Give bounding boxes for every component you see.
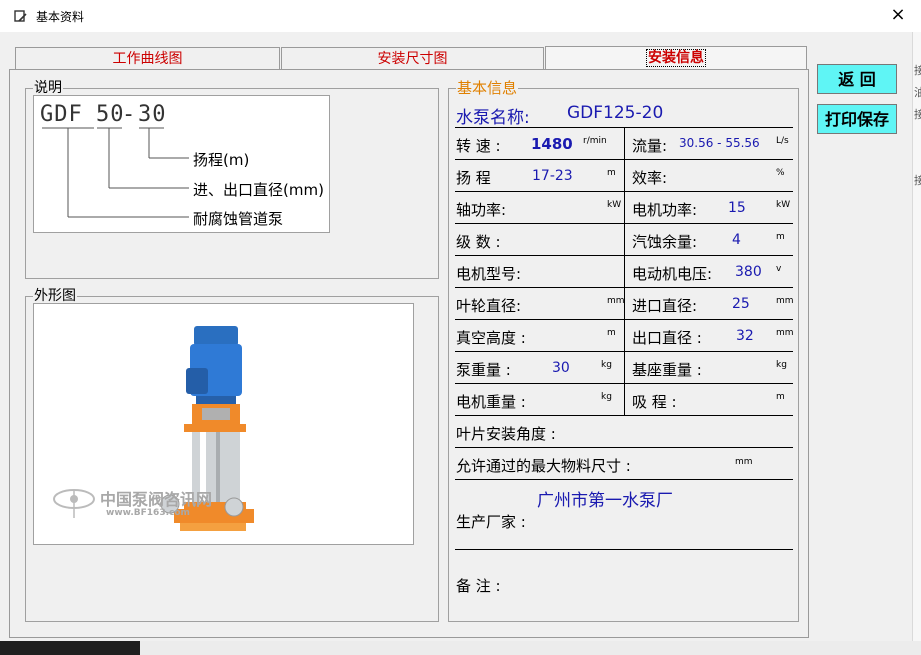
- inlet-value: 25: [732, 296, 750, 312]
- efficiency-label: 效率:: [632, 169, 668, 187]
- pump-weight-label: 泵重量 :: [456, 361, 511, 379]
- shaft-power-label: 轴功率:: [456, 201, 507, 219]
- speed-unit: r/min: [583, 136, 607, 146]
- column-divider: [624, 128, 625, 416]
- voltage-unit: v: [776, 264, 782, 274]
- outlet-value: 32: [736, 328, 754, 344]
- flow-value: 30.56 - 55.56: [679, 136, 760, 150]
- outlet-label: 出口直径 :: [632, 329, 702, 347]
- motor-power-value: 15: [728, 200, 746, 216]
- outlet-unit: mm: [776, 328, 794, 338]
- npsh-value: 4: [732, 232, 741, 248]
- back-button[interactable]: 返 回: [817, 64, 897, 94]
- background-dark-area: [0, 641, 140, 655]
- vacuum-unit: m: [607, 328, 616, 338]
- head-unit: m: [607, 168, 616, 178]
- inlet-label: 进口直径:: [632, 297, 698, 315]
- watermark-site-name: 中国泵阀咨讯网: [100, 490, 213, 509]
- tab-work-curve[interactable]: 工作曲线图: [15, 47, 280, 70]
- impeller-unit: mm: [607, 296, 625, 306]
- vacuum-label: 真空高度 :: [456, 329, 526, 347]
- suction-unit: m: [776, 392, 785, 402]
- legend-type-label: 耐腐蚀管道泵: [193, 210, 284, 228]
- info-row-manufacturer: [455, 518, 793, 550]
- remark-label: 备 注 :: [456, 577, 501, 595]
- legend-diameter-label: 进、出口直径(mm): [193, 181, 324, 199]
- max-material-label: 允许通过的最大物料尺寸 :: [456, 457, 631, 475]
- pump-weight-unit: kg: [601, 360, 612, 370]
- app-icon: [14, 9, 28, 23]
- window-title: 基本资料: [36, 10, 85, 24]
- title-bar: 基本资料 ×: [0, 0, 921, 32]
- motor-weight-label: 电机重量 :: [456, 393, 526, 411]
- inlet-unit: mm: [776, 296, 794, 306]
- tab-install-size[interactable]: 安装尺寸图: [281, 47, 544, 70]
- flow-unit: L/s: [776, 136, 789, 146]
- shaft-power-unit: kW: [607, 200, 622, 210]
- head-value: 17-23: [532, 168, 573, 184]
- motor-model-label: 电机型号:: [456, 265, 522, 283]
- pump-illustration: [53, 326, 254, 531]
- legend-connector-lines: [42, 127, 189, 218]
- efficiency-unit: %: [776, 168, 785, 178]
- edge-text-4: 接: [914, 172, 921, 188]
- npsh-label: 汽蚀余量:: [632, 233, 698, 251]
- speed-value: 1480: [531, 135, 573, 153]
- motor-power-label: 电机功率:: [632, 201, 698, 219]
- dialog-window: 基本资料 × 工作曲线图 安装尺寸图 安装信息 说明 GDF 50 - 30 扬…: [0, 0, 921, 641]
- info-row-divider: [455, 96, 793, 128]
- stages-label: 级 数 :: [456, 233, 501, 251]
- voltage-label: 电动机电压:: [632, 265, 713, 283]
- background-window-edge: 接 油 接 接: [912, 32, 921, 641]
- close-button[interactable]: ×: [875, 0, 921, 32]
- background-strip: [0, 641, 921, 655]
- manufacturer-value: 广州市第一水泵厂: [537, 491, 673, 511]
- npsh-unit: m: [776, 232, 785, 242]
- impeller-label: 叶轮直径:: [456, 297, 522, 315]
- base-weight-label: 基座重量 :: [632, 361, 702, 379]
- head-label: 扬 程: [456, 169, 491, 187]
- edge-text-3: 接: [914, 106, 921, 122]
- flow-label: 流量:: [632, 137, 668, 155]
- tab-install-info-label: 安装信息: [646, 49, 706, 67]
- legend-head-label: 扬程(m): [193, 151, 250, 169]
- watermark-site-url: www.BF163.com: [106, 508, 190, 518]
- max-material-unit: mm: [735, 457, 753, 467]
- model-legend-box: GDF 50 - 30 扬程(m) 进、出口直径(mm) 耐腐蚀管道泵: [33, 95, 330, 233]
- suction-label: 吸 程 :: [632, 393, 677, 411]
- voltage-value: 380: [735, 264, 762, 280]
- base-weight-unit: kg: [776, 360, 787, 370]
- print-save-button[interactable]: 打印保存: [817, 104, 897, 134]
- motor-power-unit: kW: [776, 200, 791, 210]
- edge-text-1: 接: [914, 62, 921, 78]
- speed-label: 转 速 :: [456, 137, 501, 155]
- blade-angle-label: 叶片安装角度 :: [456, 425, 556, 443]
- basic-info-group-label: 基本信息: [456, 79, 519, 97]
- motor-weight-unit: kg: [601, 392, 612, 402]
- pump-weight-value: 30: [552, 360, 570, 376]
- pump-image: 中国泵阀咨讯网 www.BF163.com: [33, 303, 414, 545]
- edge-text-2: 油: [914, 84, 921, 100]
